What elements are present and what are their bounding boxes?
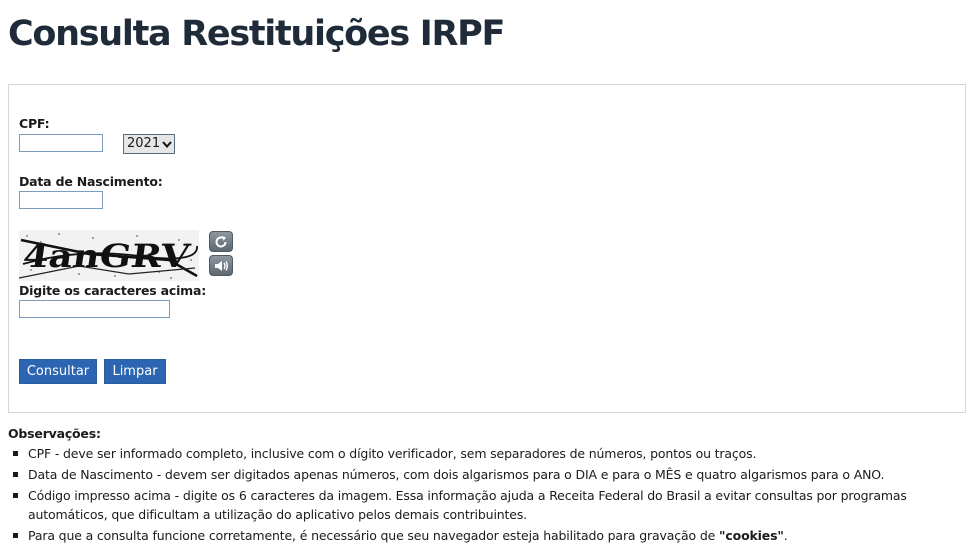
audio-icon xyxy=(213,259,229,273)
captcha-input[interactable] xyxy=(19,300,170,318)
cpf-input[interactable] xyxy=(19,134,103,152)
captcha-image: 4anGRV xyxy=(19,230,199,281)
audio-captcha-button[interactable] xyxy=(209,255,233,276)
birth-date-label: Data de Nascimento: xyxy=(19,174,163,189)
list-item: CPF - deve ser informado completo, inclu… xyxy=(8,444,972,463)
consultar-button[interactable]: Consultar xyxy=(19,359,97,384)
observations-list: CPF - deve ser informado completo, inclu… xyxy=(8,444,972,547)
cookie-note-emphasis: "cookies" xyxy=(719,528,784,543)
captcha-label: Digite os caracteres acima: xyxy=(19,283,207,298)
form-panel: CPF: 2021 Data de Nascimento: 4anGRV Dig… xyxy=(8,84,966,413)
list-item: Código impresso acima - digite os 6 cara… xyxy=(8,486,972,524)
birth-date-input[interactable] xyxy=(19,191,103,209)
list-item: Para que a consulta funcione corretament… xyxy=(8,526,972,545)
chevron-down-icon xyxy=(160,135,174,153)
list-item: Data de Nascimento - devem ser digitados… xyxy=(8,465,972,484)
refresh-icon xyxy=(214,235,228,249)
refresh-captcha-button[interactable] xyxy=(209,231,233,252)
year-select[interactable]: 2021 xyxy=(123,134,175,154)
captcha-text: 4anGRV xyxy=(21,237,194,275)
cpf-label: CPF: xyxy=(19,116,50,131)
observations-title: Observações: xyxy=(8,426,101,441)
page-title: Consulta Restituições IRPF xyxy=(8,14,505,54)
cookie-note-end: . xyxy=(783,528,788,543)
cookie-note-text: Para que a consulta funcione corretament… xyxy=(28,528,720,543)
limpar-button[interactable]: Limpar xyxy=(104,359,166,384)
year-select-value: 2021 xyxy=(127,136,161,151)
